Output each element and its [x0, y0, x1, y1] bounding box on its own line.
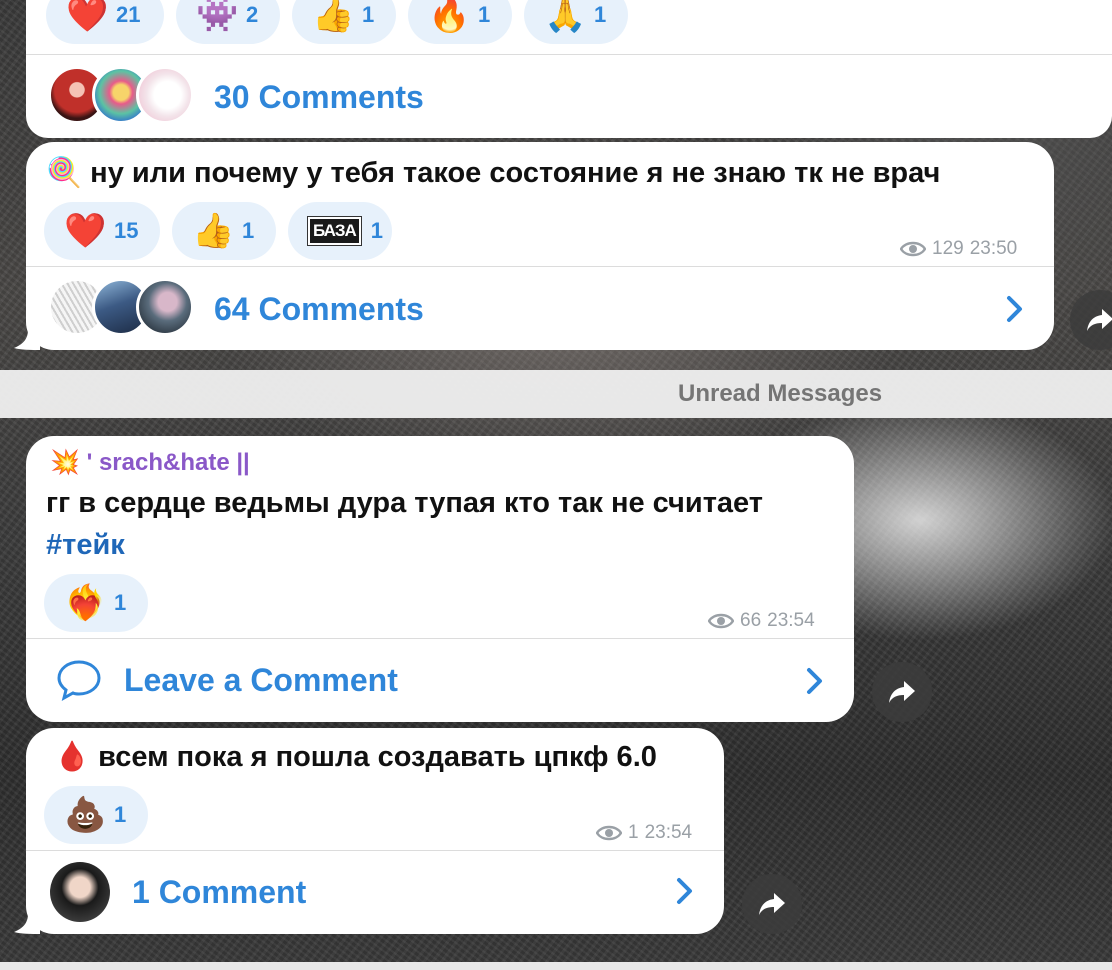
unread-messages-label: Unread Messages: [678, 380, 883, 407]
message-meta: 1 23:54: [596, 822, 692, 844]
comments-row[interactable]: 30 Comments: [48, 62, 424, 132]
message-body: ну или почему у тебя такое состояние я н…: [90, 157, 941, 189]
message-bubble-1[interactable]: ❤️ 21 👾 2 👍 1 🔥 1 🙏 1 30 Comments: [26, 0, 1112, 138]
reactions-row: ❤️‍🔥 1: [44, 574, 148, 632]
bottom-bar: [0, 962, 1112, 970]
thumbs-up-icon: 👍: [312, 0, 355, 34]
reaction-baza[interactable]: БАЗА 1: [288, 202, 392, 260]
reaction-count: 1: [478, 2, 491, 27]
reaction-count: 1: [114, 802, 127, 827]
divider: [26, 266, 1054, 267]
explosion-icon: 💥: [50, 449, 80, 476]
eye-icon: [900, 241, 926, 257]
message-meta: 66 23:54: [708, 610, 815, 632]
blood-drop-icon: 🩸: [54, 741, 91, 773]
divider: [26, 638, 854, 639]
eye-icon: [596, 825, 622, 841]
message-body: гг в сердце ведьмы дура тупая кто так не…: [46, 487, 763, 519]
share-icon: [1087, 309, 1112, 331]
comments-count-label[interactable]: 1 Comment: [132, 874, 306, 911]
comments-count-label[interactable]: 30 Comments: [214, 79, 424, 116]
reaction-count: 1: [242, 218, 255, 243]
commenter-avatars: [48, 278, 198, 340]
unread-messages-divider: Unread Messages: [0, 370, 1112, 418]
message-text: 🍭 ну или почему у тебя такое состояние я…: [46, 152, 940, 194]
leave-comment-label[interactable]: Leave a Comment: [124, 662, 398, 699]
thumbs-up-icon: 👍: [192, 212, 235, 250]
reaction-heart[interactable]: ❤️ 21: [46, 0, 164, 44]
reaction-count: 15: [114, 218, 139, 243]
lollipop-icon: 🍭: [46, 157, 83, 189]
comments-count-label[interactable]: 64 Comments: [214, 291, 424, 328]
pray-icon: 🙏: [544, 0, 587, 34]
eye-icon: [708, 613, 734, 629]
space-invader-icon: 👾: [196, 0, 239, 34]
baza-sticker-icon: БАЗА: [307, 216, 362, 246]
bubble-tail: [14, 330, 40, 350]
reaction-count: 1: [594, 2, 607, 27]
hashtag-link[interactable]: #тейк: [46, 529, 125, 561]
message-body: всем пока я пошла создавать цпкф 6.0: [98, 741, 657, 773]
fire-icon: 🔥: [428, 0, 471, 34]
avatar: [136, 278, 194, 336]
reaction-thumbs-up[interactable]: 👍 1: [172, 202, 276, 260]
reaction-count: 1: [370, 218, 384, 243]
reaction-thumbs-up[interactable]: 👍 1: [292, 0, 396, 44]
message-bubble-4[interactable]: 🩸 всем пока я пошла создавать цпкф 6.0 💩…: [26, 728, 724, 934]
share-icon: [759, 893, 785, 915]
reaction-count: 1: [114, 590, 127, 615]
share-button[interactable]: [742, 874, 802, 934]
message-text: гг в сердце ведьмы дура тупая кто так не…: [46, 482, 846, 566]
reaction-pray[interactable]: 🙏 1: [524, 0, 628, 44]
reactions-row: ❤️ 15 👍 1 БАЗА 1: [44, 202, 392, 260]
timestamp: 23:54: [767, 610, 815, 631]
avatar: [136, 66, 194, 124]
reactions-row: 💩 1: [44, 786, 148, 844]
bubble-tail: [14, 914, 40, 934]
speech-bubble-icon: [57, 660, 101, 701]
message-meta: 129 23:50: [900, 238, 1017, 260]
message-bubble-3[interactable]: 💥 ' srach&hate || гг в сердце ведьмы дур…: [26, 436, 854, 722]
reaction-heart-on-fire[interactable]: ❤️‍🔥 1: [44, 574, 148, 632]
reaction-space-invader[interactable]: 👾 2: [176, 0, 280, 44]
poop-icon: 💩: [64, 796, 107, 834]
reaction-heart[interactable]: ❤️ 15: [44, 202, 160, 260]
timestamp: 23:50: [969, 238, 1018, 259]
divider: [26, 54, 1112, 55]
comments-row[interactable]: 1 Comment: [50, 860, 306, 924]
comments-row[interactable]: 64 Comments: [48, 274, 424, 344]
reactions-row: ❤️ 21 👾 2 👍 1 🔥 1 🙏 1: [46, 0, 628, 44]
share-button[interactable]: [872, 662, 932, 722]
chevron-right-icon[interactable]: [804, 666, 826, 696]
view-count: 66: [740, 610, 762, 631]
share-icon: [889, 681, 915, 703]
message-bubble-2[interactable]: 🍭 ну или почему у тебя такое состояние я…: [26, 142, 1054, 350]
author-label: ' srach&hate ||: [86, 449, 250, 476]
reaction-count: 2: [246, 2, 259, 27]
reaction-poop[interactable]: 💩 1: [44, 786, 148, 844]
view-count: 1: [628, 822, 639, 843]
author-name[interactable]: 💥 ' srach&hate ||: [50, 448, 250, 477]
divider: [26, 850, 724, 851]
reaction-count: 21: [116, 2, 141, 27]
heart-on-fire-icon: ❤️‍🔥: [64, 584, 107, 622]
timestamp: 23:54: [644, 822, 693, 843]
heart-icon: ❤️: [64, 212, 107, 250]
avatar: [50, 862, 110, 922]
leave-comment-row[interactable]: Leave a Comment: [56, 650, 398, 710]
commenter-avatars: [48, 66, 198, 128]
reaction-fire[interactable]: 🔥 1: [408, 0, 512, 44]
message-text: 🩸 всем пока я пошла создавать цпкф 6.0: [54, 736, 657, 778]
heart-icon: ❤️: [66, 0, 109, 34]
reaction-count: 1: [362, 2, 375, 27]
chevron-right-icon[interactable]: [674, 876, 696, 906]
view-count: 129: [932, 238, 964, 259]
chevron-right-icon[interactable]: [1004, 294, 1026, 324]
